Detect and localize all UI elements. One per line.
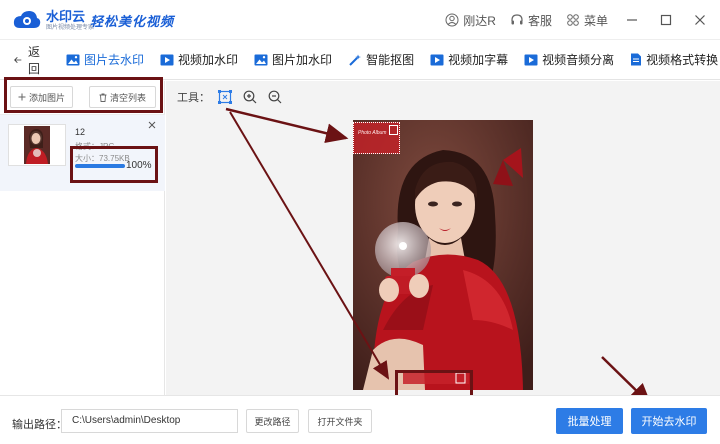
- file-thumbnail: [8, 124, 66, 166]
- tab-smart-cutout[interactable]: 智能抠图: [348, 51, 414, 68]
- add-image-button[interactable]: 添加图片: [10, 86, 73, 108]
- select-area-button[interactable]: [216, 89, 234, 105]
- menu-label: 菜单: [583, 13, 608, 28]
- tab-label: 图片去水印: [84, 53, 145, 67]
- file-list-panel: 添加图片 清空列表 12 格式：JPG 大小：73.75KB 100%: [0, 77, 165, 395]
- file-progress-bar: [75, 164, 125, 168]
- tab-label: 视频加字幕: [448, 53, 509, 67]
- bottom-bar: 输出路径： C:\Users\admin\Desktop 更改路径 打开文件夹 …: [0, 395, 720, 444]
- batch-process-button[interactable]: 批量处理: [556, 408, 623, 434]
- tab-video-audio-separate[interactable]: 视频音频分离: [524, 51, 614, 68]
- video-icon: [430, 54, 444, 65]
- grid-icon: [567, 14, 579, 26]
- file-progress-text: 100%: [126, 160, 152, 171]
- file-size: 大小：73.75KB: [75, 154, 130, 163]
- output-path-field[interactable]: C:\Users\admin\Desktop: [61, 409, 238, 433]
- user-name: 刚达R: [463, 13, 496, 28]
- clear-list-label: 清空列表: [109, 92, 146, 103]
- file-list-item[interactable]: 12 格式：JPG 大小：73.75KB 100%: [0, 115, 165, 191]
- delete-selection-icon[interactable]: [389, 125, 398, 135]
- add-image-label: 添加图片: [28, 92, 65, 103]
- minimize-button[interactable]: [622, 10, 642, 30]
- watermark-text: Photo Album: [358, 130, 387, 136]
- file-name: 12: [75, 127, 86, 137]
- user-account[interactable]: 刚达R: [445, 12, 496, 29]
- headset-icon: [511, 14, 523, 25]
- tab-image-remove-watermark[interactable]: 图片去水印: [66, 51, 144, 68]
- tab-video-format-convert[interactable]: 视频格式转换: [630, 51, 718, 68]
- tab-label: 视频音频分离: [542, 53, 615, 67]
- watermark-selection-box[interactable]: Photo Album: [353, 122, 400, 154]
- file-icon: [631, 53, 642, 66]
- customer-service-label: 客服: [527, 13, 552, 28]
- cloud-logo-icon: [13, 11, 41, 28]
- back-button[interactable]: 返回: [14, 43, 44, 77]
- tab-label: 智能抠图: [366, 53, 415, 67]
- magic-wand-icon: [349, 54, 362, 66]
- close-icon: [148, 121, 156, 129]
- title-bar: 水印云 图片视频处理专家 轻松美化视频 刚达R 客服 菜单: [0, 0, 720, 40]
- plus-icon: [18, 93, 26, 101]
- maximize-button[interactable]: [656, 10, 676, 30]
- trash-icon: [99, 93, 107, 102]
- open-folder-button[interactable]: 打开文件夹: [308, 409, 372, 433]
- start-remove-watermark-button[interactable]: 开始去水印: [631, 408, 707, 434]
- close-icon: [695, 15, 705, 25]
- brand-name: 水印云: [46, 8, 86, 24]
- preview-tools: 工具：: [177, 89, 291, 105]
- arrow-left-icon: [14, 56, 22, 63]
- change-path-button[interactable]: 更改路径: [246, 409, 299, 433]
- close-button[interactable]: [690, 10, 710, 30]
- maximize-icon: [660, 14, 672, 26]
- tab-video-add-subtitle[interactable]: 视频加字幕: [430, 51, 508, 68]
- tool-nav-bar: 返回 图片去水印 视频加水印 图片加水印 智能抠图 视频加字幕 视频音频分离 视…: [0, 40, 720, 80]
- video-icon: [160, 54, 174, 65]
- app-slogan: 轻松美化视频: [90, 15, 175, 30]
- menu-button[interactable]: 菜单: [566, 12, 608, 29]
- clear-list-button[interactable]: 清空列表: [89, 86, 156, 108]
- photo-thumbnail-image: [24, 126, 50, 164]
- preview-area: 工具： Photo Album: [166, 81, 720, 400]
- zoom-out-icon: [268, 90, 282, 104]
- file-progress-fill: [75, 164, 125, 168]
- file-list-actions: 添加图片 清空列表: [0, 81, 165, 115]
- file-format: 格式：JPG: [75, 142, 115, 151]
- user-icon: [445, 13, 459, 27]
- app-logo: 水印云 图片视频处理专家: [12, 8, 94, 32]
- zoom-out-button[interactable]: [266, 89, 284, 105]
- output-path-label: 输出路径：: [12, 419, 67, 431]
- zoom-in-icon: [243, 90, 257, 104]
- image-icon: [66, 54, 80, 65]
- tab-label: 视频加水印: [178, 53, 239, 67]
- image-icon: [254, 54, 268, 65]
- tab-video-add-watermark[interactable]: 视频加水印: [160, 51, 238, 68]
- tools-label: 工具：: [177, 92, 210, 104]
- customer-service-button[interactable]: 客服: [510, 12, 552, 29]
- preview-photo[interactable]: [353, 120, 533, 390]
- minimize-icon: [627, 19, 637, 21]
- crop-select-icon: [218, 90, 232, 104]
- tab-image-add-watermark[interactable]: 图片加水印: [254, 51, 332, 68]
- zoom-in-button[interactable]: [241, 89, 259, 105]
- back-label: 返回: [28, 44, 41, 76]
- brand-subtitle: 图片视频处理专家: [46, 24, 95, 31]
- tab-label: 视频格式转换: [646, 53, 719, 67]
- tab-label: 图片加水印: [272, 53, 333, 67]
- video-icon: [524, 54, 538, 65]
- remove-file-button[interactable]: [148, 121, 156, 132]
